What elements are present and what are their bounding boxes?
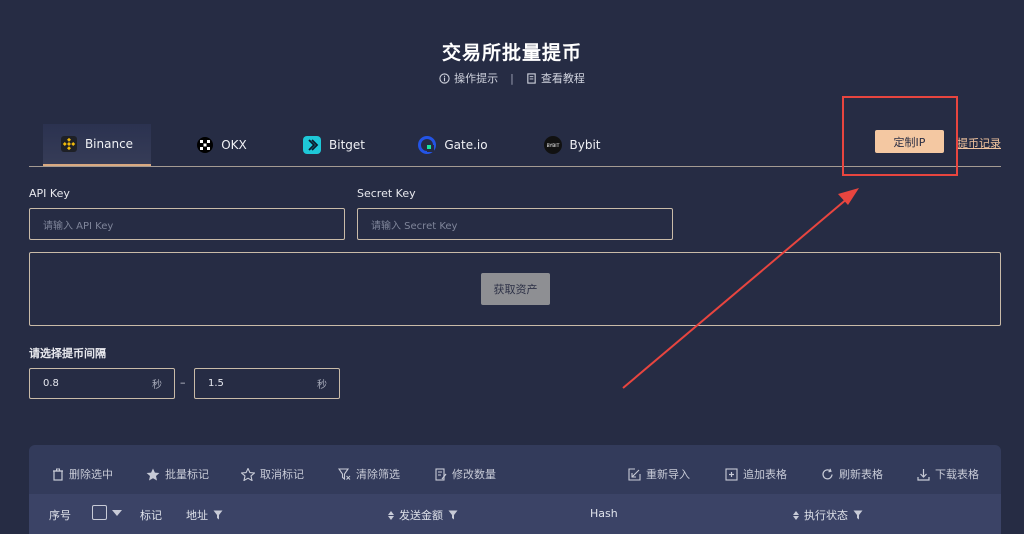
sort-icon[interactable] [388, 510, 394, 520]
trash-icon [53, 468, 63, 481]
api-key-label: API Key [29, 187, 70, 200]
gateio-icon [418, 136, 437, 154]
interval-max-value: 1.5 [208, 378, 224, 389]
tutorial-label: 查看教程 [540, 72, 585, 85]
download-icon [917, 468, 930, 481]
tab-label: Binance [84, 137, 134, 151]
column-label: 发送金额 [399, 509, 443, 522]
interval-min-value: 0.8 [43, 378, 59, 389]
toolbar-label: 取消标记 [260, 468, 304, 481]
column-status: 执行状态 [793, 507, 863, 523]
column-label: 地址 [186, 509, 208, 522]
chevron-down-icon[interactable] [112, 509, 122, 516]
download-table-button[interactable]: 下载表格 [917, 466, 979, 482]
interval-max-input[interactable]: 1.5 秒 [194, 368, 340, 399]
get-assets-button[interactable]: 获取资产 [481, 273, 550, 305]
refresh-table-button[interactable]: 刷新表格 [821, 466, 883, 482]
api-key-input[interactable]: 请输入 API Key [29, 208, 345, 240]
filter-icon[interactable] [853, 510, 863, 520]
interval-min-input[interactable]: 0.8 秒 [29, 368, 175, 399]
edit-quantity-button[interactable]: 修改数量 [435, 466, 496, 482]
tab-label: Bybit [569, 138, 601, 152]
refresh-icon [822, 468, 833, 479]
api-key-placeholder: 请输入 API Key [43, 220, 114, 232]
tutorial-link[interactable]: 查看教程 [526, 70, 585, 86]
column-address: 地址 [186, 507, 223, 523]
column-hash: Hash [590, 507, 618, 520]
star-filled-icon [146, 468, 160, 480]
toolbar-label: 重新导入 [646, 468, 690, 481]
tab-okx[interactable]: OKX [164, 124, 280, 166]
filter-icon[interactable] [448, 510, 458, 520]
info-icon [439, 72, 450, 84]
column-label: 执行状态 [804, 509, 848, 522]
interval-unit: 秒 [152, 380, 162, 391]
tab-label: OKX [221, 138, 247, 152]
column-label: 序号 [49, 509, 71, 522]
bitget-icon [303, 136, 321, 154]
append-table-button[interactable]: 追加表格 [725, 466, 787, 482]
select-all-checkbox[interactable] [92, 505, 107, 520]
tab-label: Gate.io [444, 138, 488, 152]
clear-filter-button[interactable]: 清除筛选 [338, 466, 400, 482]
secret-key-label: Secret Key [357, 187, 416, 200]
toolbar-label: 刷新表格 [839, 468, 883, 481]
withdraw-record-link[interactable]: 提币记录 [957, 135, 1001, 151]
exchange-tabs: Binance OKX Bitget Gate.io BYBIT Bybit [43, 124, 626, 166]
header-separator: | [510, 71, 514, 85]
toolbar-label: 删除选中 [69, 468, 113, 481]
import-icon [628, 467, 641, 481]
star-outline-icon [241, 467, 255, 481]
filter-clear-icon [338, 467, 351, 480]
interval-label: 请选择提币间隔 [29, 347, 106, 360]
document-icon [527, 72, 536, 84]
reimport-button[interactable]: 重新导入 [628, 466, 690, 482]
toolbar-label: 下载表格 [935, 468, 979, 481]
bybit-icon: BYBIT [543, 136, 562, 154]
svg-text:BYBIT: BYBIT [546, 143, 559, 149]
secret-key-placeholder: 请输入 Secret Key [371, 220, 458, 232]
interval-unit: 秒 [317, 380, 327, 391]
okx-icon [197, 137, 214, 153]
toolbar-label: 清除筛选 [356, 468, 400, 481]
page-title: 交易所批量提币 [441, 42, 582, 64]
tips-label: 操作提示 [454, 72, 499, 85]
highlight-box [842, 96, 958, 176]
column-label: Hash [590, 507, 618, 520]
tab-label: Bitget [329, 138, 365, 152]
delete-selected-button[interactable]: 删除选中 [52, 466, 113, 482]
toolbar-label: 批量标记 [165, 468, 209, 481]
tab-bybit[interactable]: BYBIT Bybit [518, 124, 626, 166]
column-amount: 发送金额 [388, 507, 458, 523]
column-mark: 标记 [140, 507, 162, 523]
column-index: 序号 [49, 507, 71, 523]
tab-gateio[interactable]: Gate.io [388, 124, 518, 166]
filter-icon[interactable] [213, 510, 223, 520]
tips-link[interactable]: 操作提示 [439, 70, 498, 86]
add-table-icon [725, 467, 738, 481]
binance-icon [60, 136, 77, 152]
toolbar-label: 修改数量 [452, 468, 496, 481]
header-links: 操作提示 | 查看教程 [0, 70, 1024, 86]
secret-key-input[interactable]: 请输入 Secret Key [357, 208, 673, 240]
tab-binance[interactable]: Binance [43, 124, 151, 166]
tab-bitget[interactable]: Bitget [280, 124, 388, 166]
edit-icon [435, 467, 447, 481]
sort-icon[interactable] [793, 510, 799, 520]
unmark-button[interactable]: 取消标记 [241, 466, 304, 482]
select-all-control[interactable] [92, 505, 122, 520]
column-label: 标记 [140, 509, 162, 522]
interval-dash: – [180, 376, 186, 389]
toolbar-label: 追加表格 [743, 468, 787, 481]
batch-mark-button[interactable]: 批量标记 [146, 466, 209, 482]
